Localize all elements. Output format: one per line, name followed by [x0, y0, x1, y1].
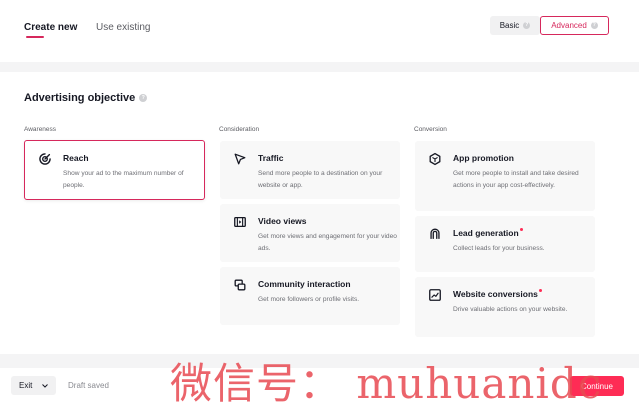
card-title: Community interaction [258, 279, 351, 289]
continue-button[interactable]: Continue [570, 376, 624, 396]
card-title: Website conversions [453, 289, 542, 299]
section-title-text: Advertising objective [24, 92, 136, 104]
card-title: Lead generation [453, 228, 523, 238]
column-heading-consideration: Consideration [219, 126, 260, 133]
active-tab-indicator [26, 36, 44, 38]
card-description: Collect leads for your business. [453, 245, 545, 252]
mode-basic-button[interactable]: Basic ? [490, 16, 540, 35]
draft-status: Draft saved [68, 381, 109, 390]
film-icon [234, 216, 246, 228]
section-title: Advertising objective ? [24, 92, 148, 104]
card-description: Get more views and engagement for your v… [258, 233, 397, 252]
objective-card-video-views[interactable]: Video views Get more views and engagemen… [220, 204, 400, 262]
objective-card-reach[interactable]: Reach Show your ad to the maximum number… [24, 140, 205, 200]
section-divider [0, 62, 639, 72]
mode-advanced-button[interactable]: Advanced ? [540, 16, 609, 35]
lead-magnet-icon [430, 228, 440, 239]
card-title: Traffic [258, 153, 284, 163]
column-heading-conversion: Conversion [414, 126, 447, 133]
trend-chart-icon [429, 289, 441, 301]
community-icon [234, 279, 246, 291]
objective-card-community-interaction[interactable]: Community interaction Get more followers… [220, 267, 400, 325]
mode-advanced-label: Advanced [551, 21, 587, 30]
objective-card-traffic[interactable]: Traffic Send more people to a destinatio… [220, 141, 400, 199]
app-hexagon-icon [429, 152, 441, 166]
top-bar: Create new Use existing Basic ? Advanced… [0, 0, 639, 62]
cursor-arrow-icon [234, 153, 246, 165]
mode-basic-label: Basic [499, 21, 520, 30]
required-dot [519, 228, 523, 231]
info-icon: ? [590, 22, 598, 29]
required-dot [538, 289, 542, 292]
card-title: App promotion [453, 153, 514, 163]
tab-create-new[interactable]: Create new [24, 22, 77, 33]
footer-divider [0, 354, 639, 368]
exit-button[interactable]: Exit [11, 376, 56, 395]
card-description: Drive valuable actions on your website. [453, 306, 568, 313]
objective-card-website-conversions[interactable]: Website conversions Drive valuable actio… [415, 277, 595, 337]
reach-target-icon [39, 153, 51, 165]
objective-card-app-promotion[interactable]: App promotion Get more people to install… [415, 141, 595, 211]
footer-bar [0, 368, 639, 418]
info-icon[interactable]: ? [139, 94, 148, 102]
card-title: Reach [63, 153, 89, 163]
exit-label: Exit [19, 381, 33, 390]
card-description: Show your ad to the maximum number of pe… [63, 170, 184, 189]
card-description: Get more people to install and take desi… [453, 170, 579, 189]
objective-card-lead-generation[interactable]: Lead generation Collect leads for your b… [415, 216, 595, 272]
tab-use-existing[interactable]: Use existing [96, 22, 150, 33]
chevron-down-icon [42, 383, 48, 388]
info-icon: ? [523, 22, 531, 29]
column-heading-awareness: Awareness [24, 126, 57, 133]
card-title: Video views [258, 216, 307, 226]
card-description: Send more people to a destination on you… [258, 170, 383, 189]
card-description: Get more followers or profile visits. [258, 296, 360, 303]
